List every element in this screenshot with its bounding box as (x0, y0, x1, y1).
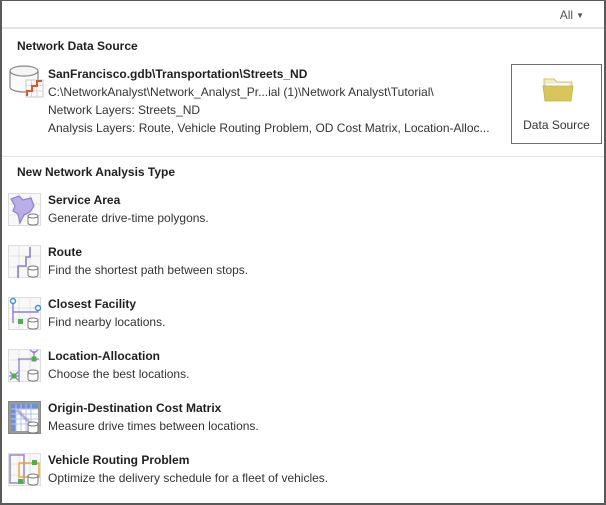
analysis-item-vehicle-routing-problem[interactable]: Vehicle Routing Problem Optimize the del… (2, 453, 604, 497)
data-source-path: C:\NetworkAnalyst\Network_Analyst_Pr...i… (48, 85, 434, 99)
analysis-item-closest-facility[interactable]: Closest Facility Find nearby locations. (2, 297, 604, 341)
service-area-icon (8, 193, 41, 226)
vehicle-routing-icon (8, 453, 41, 486)
analysis-item-title: Vehicle Routing Problem (48, 453, 190, 467)
data-source-name: SanFrancisco.gdb\Transportation\Streets_… (48, 67, 308, 81)
network-dataset-icon (9, 65, 44, 98)
filter-dropdown[interactable]: All ▼ (560, 8, 584, 22)
analysis-item-location-allocation[interactable]: Location-Allocation Choose the best loca… (2, 349, 604, 393)
closest-facility-icon (8, 297, 41, 330)
analysis-item-od-cost-matrix[interactable]: Origin-Destination Cost Matrix Measure d… (2, 401, 604, 445)
data-source-button-label: Data Source (523, 118, 590, 132)
analysis-item-description: Find the shortest path between stops. (48, 263, 249, 277)
analysis-item-description: Choose the best locations. (48, 367, 190, 381)
analysis-item-service-area[interactable]: Service Area Generate drive-time polygon… (2, 193, 604, 237)
analysis-item-description: Find nearby locations. (48, 315, 166, 329)
location-allocation-icon (8, 349, 41, 382)
od-cost-matrix-icon (8, 401, 41, 434)
analysis-item-title: Location-Allocation (48, 349, 160, 363)
filter-label: All (559, 8, 574, 22)
analysis-item-title: Origin-Destination Cost Matrix (48, 401, 222, 415)
data-source-button[interactable]: Data Source (511, 64, 602, 144)
gallery-panel: All ▼ Network Data Source SanFrancisco.g… (0, 0, 606, 505)
network-layers: Network Layers: Streets_ND (48, 103, 201, 117)
data-source-info: SanFrancisco.gdb\Transportation\Streets_… (48, 65, 490, 137)
analysis-layers: Analysis Layers: Route, Vehicle Routing … (48, 121, 490, 135)
filter-bar: All ▼ (2, 1, 604, 29)
section-title-data-source: Network Data Source (17, 39, 138, 53)
chevron-down-icon: ▼ (576, 11, 584, 20)
analysis-item-title: Service Area (48, 193, 121, 207)
route-icon (8, 245, 41, 278)
analysis-item-title: Closest Facility (48, 297, 137, 311)
section-title-analysis-type: New Network Analysis Type (17, 165, 176, 179)
analysis-item-title: Route (48, 245, 82, 259)
analysis-item-description: Generate drive-time polygons. (48, 211, 209, 225)
section-divider (2, 156, 604, 157)
analysis-item-route[interactable]: Route Find the shortest path between sto… (2, 245, 604, 289)
analysis-item-description: Measure drive times between locations. (48, 419, 259, 433)
analysis-item-description: Optimize the delivery schedule for a fle… (48, 471, 329, 485)
folder-icon (542, 78, 574, 102)
